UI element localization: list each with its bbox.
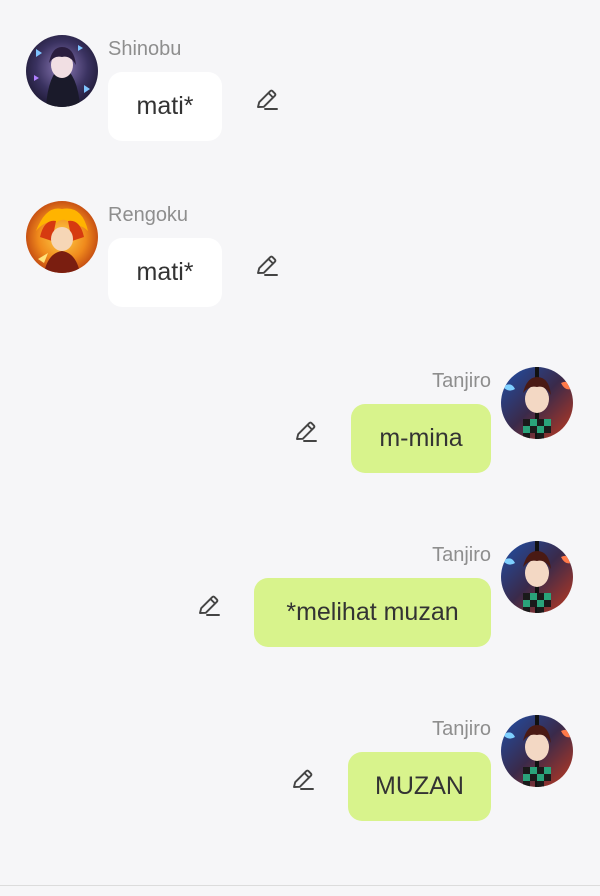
sender-name: Shinobu xyxy=(108,38,182,60)
message-bubble[interactable]: mati* xyxy=(108,72,222,141)
message-item: Rengoku mati* xyxy=(0,194,600,319)
tanjiro-avatar[interactable] xyxy=(501,367,573,439)
message-bubble[interactable]: *melihat muzan xyxy=(254,578,491,647)
bottom-divider xyxy=(0,885,600,886)
message-item: Tanjiro MUZAN xyxy=(0,708,600,833)
sender-name: Tanjiro xyxy=(432,370,491,392)
shinobu-avatar[interactable] xyxy=(26,35,98,107)
tanjiro-avatar[interactable] xyxy=(501,541,573,613)
message-item: Shinobu mati* xyxy=(0,28,600,153)
tanjiro-avatar[interactable] xyxy=(501,715,573,787)
message-item: Tanjiro m-mina xyxy=(0,360,600,485)
message-bubble[interactable]: mati* xyxy=(108,238,222,307)
message-bubble[interactable]: m-mina xyxy=(351,404,491,473)
rengoku-avatar[interactable] xyxy=(26,201,98,273)
pencil-edit-icon[interactable] xyxy=(292,418,320,446)
sender-name: Tanjiro xyxy=(432,544,491,566)
message-bubble[interactable]: MUZAN xyxy=(348,752,491,821)
pencil-edit-icon[interactable] xyxy=(253,252,281,280)
pencil-edit-icon[interactable] xyxy=(195,592,223,620)
sender-name: Rengoku xyxy=(108,204,189,226)
pencil-edit-icon[interactable] xyxy=(253,86,281,114)
sender-name: Tanjiro xyxy=(432,718,491,740)
message-item: Tanjiro *melihat muzan xyxy=(0,534,600,659)
pencil-edit-icon[interactable] xyxy=(289,766,317,794)
